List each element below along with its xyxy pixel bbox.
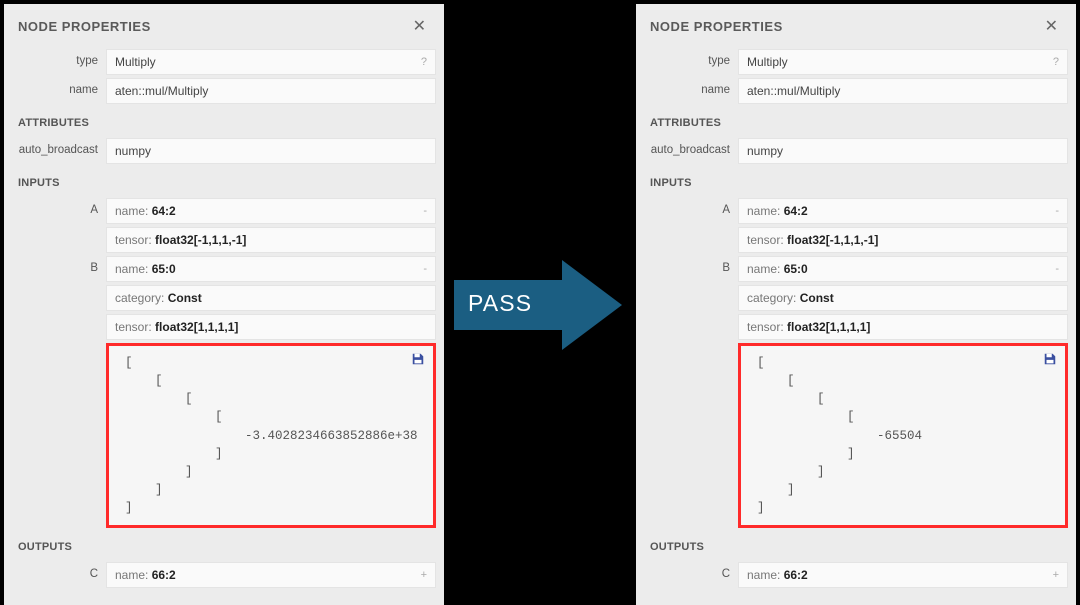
input-a-label: A: [644, 198, 738, 253]
input-b-name-field[interactable]: name: 65:0 -: [106, 256, 436, 282]
name-value: aten::mul/Multiply: [747, 84, 840, 98]
expand-icon[interactable]: +: [1053, 569, 1059, 581]
arrow-label: PASS: [468, 290, 532, 317]
collapse-icon[interactable]: -: [1055, 205, 1059, 217]
type-help-icon[interactable]: ?: [1053, 56, 1059, 68]
type-value: Multiply: [747, 55, 788, 69]
tensor-pre: [ [ [ [ -65504 ] ] ] ]: [757, 356, 922, 515]
input-b-category-field: category: Const: [738, 285, 1068, 311]
input-b-category-field: category: Const: [106, 285, 436, 311]
input-a-name-field[interactable]: name: 64:2 -: [738, 198, 1068, 224]
type-field[interactable]: Multiply ?: [106, 49, 436, 75]
outputs-header: OUTPUTS: [644, 531, 1068, 559]
panel-title: NODE PROPERTIES: [650, 19, 783, 34]
inputs-header: INPUTS: [12, 167, 436, 195]
save-icon[interactable]: [1043, 352, 1057, 366]
tensor-value-box: [ [ [ [ -65504 ] ] ] ]: [738, 343, 1068, 528]
attributes-header: ATTRIBUTES: [12, 107, 436, 135]
type-help-icon[interactable]: ?: [421, 56, 427, 68]
pass-arrow-icon: PASS: [454, 260, 624, 350]
attributes-header: ATTRIBUTES: [644, 107, 1068, 135]
output-c-label: C: [644, 562, 738, 588]
name-field[interactable]: aten::mul/Multiply: [106, 78, 436, 104]
outputs-header: OUTPUTS: [12, 531, 436, 559]
input-b-name-field[interactable]: name: 65:0 -: [738, 256, 1068, 282]
output-c-name-field[interactable]: name: 66:2 +: [738, 562, 1068, 588]
input-a-tensor-field: tensor: float32[-1,1,1,-1]: [738, 227, 1068, 253]
save-icon[interactable]: [411, 352, 425, 366]
auto-broadcast-value: numpy: [747, 144, 783, 158]
type-label: type: [12, 49, 106, 75]
input-a-tensor-field: tensor: float32[-1,1,1,-1]: [106, 227, 436, 253]
collapse-icon[interactable]: -: [423, 205, 427, 217]
inputs-header: INPUTS: [644, 167, 1068, 195]
tensor-value-box: [ [ [ [ -3.4028234663852886e+38 ] ] ] ]: [106, 343, 436, 528]
auto-broadcast-label: auto_broadcast: [644, 138, 738, 164]
input-a-name-field[interactable]: name: 64:2 -: [106, 198, 436, 224]
auto-broadcast-value: numpy: [115, 144, 151, 158]
auto-broadcast-label: auto_broadcast: [12, 138, 106, 164]
type-field[interactable]: Multiply ?: [738, 49, 1068, 75]
input-b-tensor-field: tensor: float32[1,1,1,1]: [106, 314, 436, 340]
type-value: Multiply: [115, 55, 156, 69]
output-c-label: C: [12, 562, 106, 588]
auto-broadcast-field[interactable]: numpy: [106, 138, 436, 164]
type-label: type: [644, 49, 738, 75]
input-b-tensor-field: tensor: float32[1,1,1,1]: [738, 314, 1068, 340]
name-value: aten::mul/Multiply: [115, 84, 208, 98]
name-label: name: [12, 78, 106, 104]
close-icon[interactable]: ✕: [1041, 14, 1062, 38]
node-properties-panel-left: NODE PROPERTIES ✕ type Multiply ? name a…: [4, 4, 444, 605]
close-icon[interactable]: ✕: [409, 14, 430, 38]
panel-title: NODE PROPERTIES: [18, 19, 151, 34]
auto-broadcast-field[interactable]: numpy: [738, 138, 1068, 164]
name-label: name: [644, 78, 738, 104]
input-b-label: B: [644, 256, 738, 528]
input-a-label: A: [12, 198, 106, 253]
collapse-icon[interactable]: -: [423, 263, 427, 275]
output-c-name-field[interactable]: name: 66:2 +: [106, 562, 436, 588]
collapse-icon[interactable]: -: [1055, 263, 1059, 275]
expand-icon[interactable]: +: [421, 569, 427, 581]
tensor-pre: [ [ [ [ -3.4028234663852886e+38 ] ] ] ]: [125, 356, 418, 515]
node-properties-panel-right: NODE PROPERTIES ✕ type Multiply ? name a…: [636, 4, 1076, 605]
input-b-label: B: [12, 256, 106, 528]
name-field[interactable]: aten::mul/Multiply: [738, 78, 1068, 104]
